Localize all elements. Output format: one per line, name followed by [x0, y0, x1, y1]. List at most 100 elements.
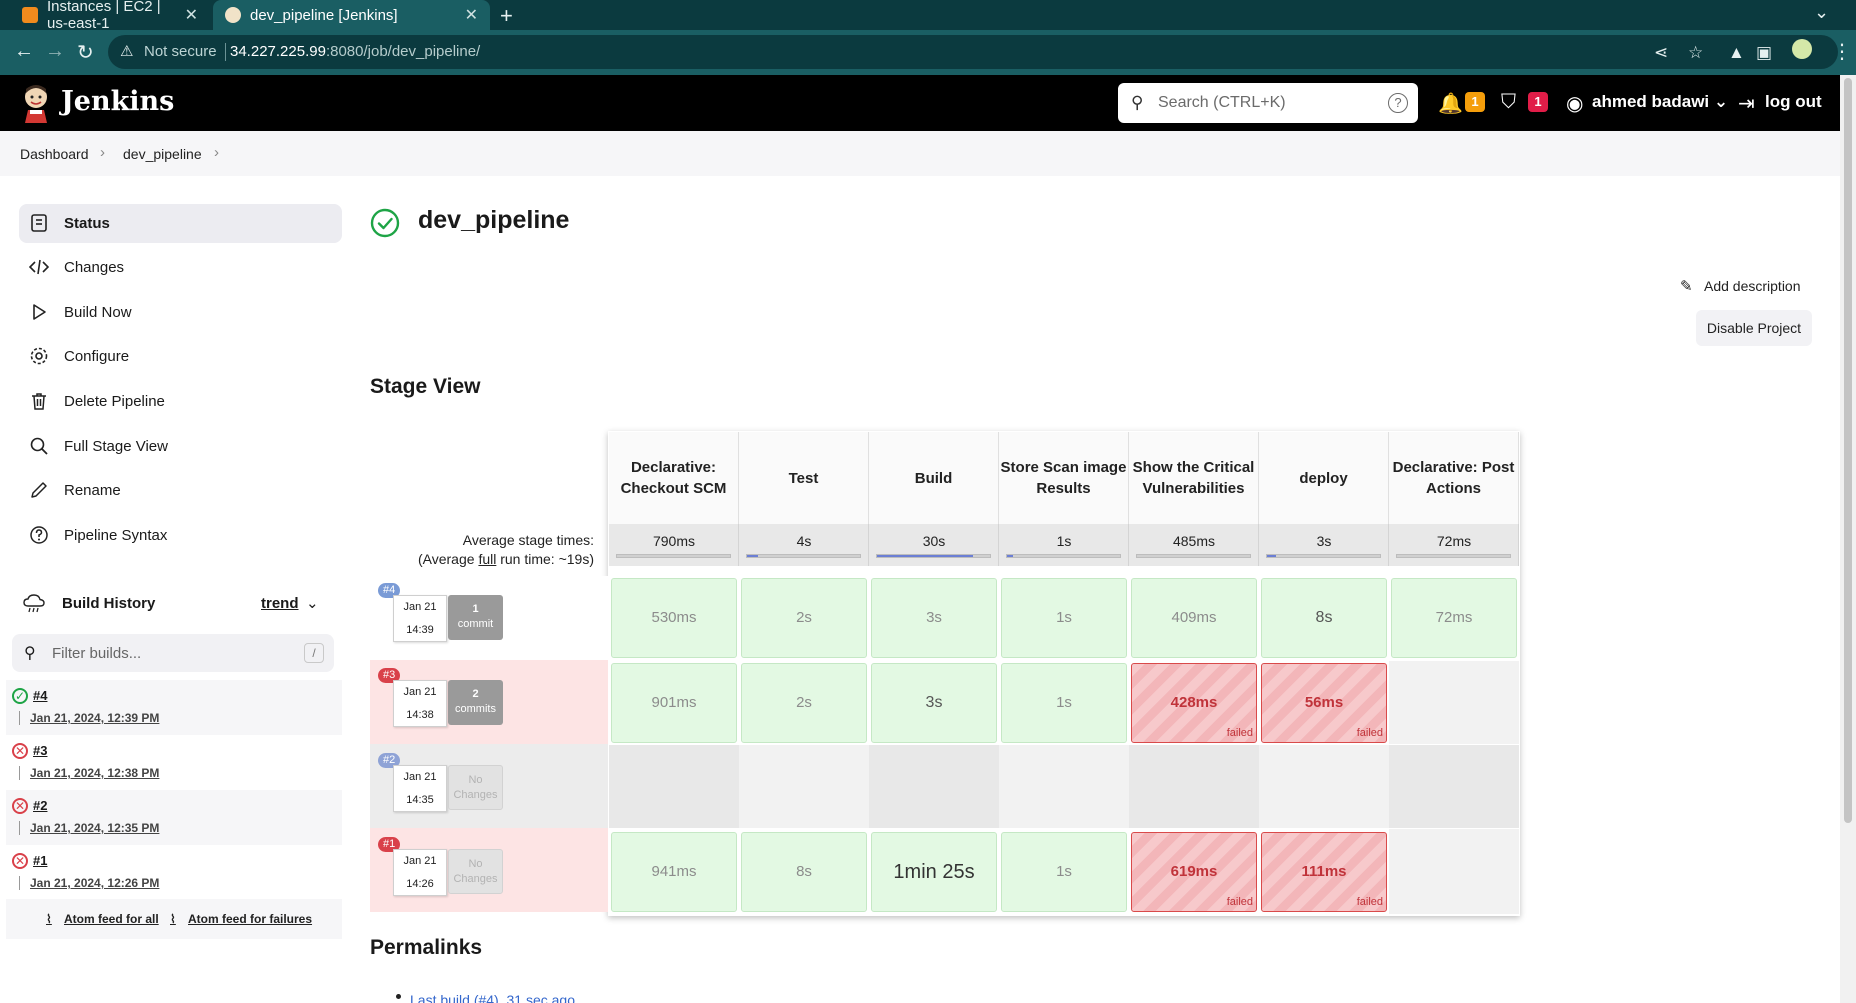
sidebar-item-pipeline-syntax[interactable]: Pipeline Syntax — [19, 516, 342, 555]
build-date-link[interactable]: Jan 21, 2024, 12:38 PM — [30, 766, 159, 780]
logout-link[interactable]: log out — [1765, 92, 1822, 112]
full-run-time-link[interactable]: full — [478, 551, 496, 567]
build-history-row[interactable]: ✕ #2 Jan 21, 2024, 12:35 PM — [6, 790, 342, 845]
warning-icon[interactable]: ⚠ — [120, 42, 133, 60]
run-changes-button[interactable]: 1 commit — [448, 595, 503, 640]
search-help-icon[interactable]: ? — [1388, 93, 1408, 113]
disable-project-button[interactable]: Disable Project — [1696, 310, 1812, 346]
extensions-icon[interactable]: ▲ — [1728, 43, 1745, 63]
search-input[interactable]: ⚲ Search (CTRL+K) ? — [1118, 83, 1418, 123]
failed-label: failed — [1356, 727, 1383, 739]
browser-menu-icon[interactable]: ⋮ — [1832, 39, 1852, 64]
build-history-row[interactable]: ✕ #3 Jan 21, 2024, 12:38 PM — [6, 735, 342, 790]
breadcrumb-chevron-icon[interactable]: › — [214, 144, 219, 161]
build-number-link[interactable]: #2 — [33, 798, 47, 813]
sidebar-item-changes[interactable]: Changes — [19, 248, 342, 287]
stage-cell[interactable]: 8s — [741, 832, 867, 912]
scrollbar-thumb[interactable] — [1844, 78, 1852, 823]
build-history-row[interactable]: ✕ #1 Jan 21, 2024, 12:26 PM — [6, 845, 342, 900]
sidebar-item-rename[interactable]: Rename — [19, 471, 342, 510]
build-number-link[interactable]: #1 — [33, 853, 47, 868]
new-tab-button[interactable]: + — [500, 3, 513, 29]
tab-close-icon[interactable]: ✕ — [465, 5, 478, 25]
tab-search-chevron-icon[interactable]: ⌄ — [1814, 2, 1829, 23]
stage-cell[interactable]: 1s — [1001, 663, 1127, 743]
sidebar-item-build-now[interactable]: Build Now — [19, 293, 342, 332]
stage-cell[interactable]: 901ms — [611, 663, 737, 743]
security-badge[interactable]: 1 — [1528, 92, 1548, 112]
stage-cell[interactable]: 941ms — [611, 832, 737, 912]
stage-cell[interactable]: 409ms — [1131, 578, 1257, 658]
stage-cell-failed[interactable]: 619ms failed — [1131, 832, 1257, 912]
chevron-down-icon[interactable]: ⌄ — [306, 594, 319, 612]
stage-cell[interactable]: 530ms — [611, 578, 737, 658]
user-icon[interactable]: ◉ — [1566, 91, 1583, 116]
browser-tab-jenkins[interactable]: dev_pipeline [Jenkins] ✕ — [213, 0, 490, 30]
jenkins-logo-icon[interactable] — [20, 83, 52, 123]
notifications-bell-icon[interactable]: 🔔 — [1438, 91, 1463, 116]
permalink-last-build[interactable]: Last build (#4), 31 sec ago — [410, 992, 575, 1003]
notifications-badge[interactable]: 1 — [1465, 92, 1485, 112]
stage-cell-failed[interactable]: 428ms failed — [1131, 663, 1257, 743]
logout-icon[interactable]: ⇥ — [1738, 91, 1755, 116]
sidebar-item-configure[interactable]: Configure — [19, 337, 342, 376]
breadcrumb-dashboard[interactable]: Dashboard — [20, 146, 89, 162]
rss-icon: ⌇ — [46, 912, 52, 926]
security-shield-icon[interactable]: ⛉ — [1501, 91, 1516, 114]
build-number-link[interactable]: #3 — [33, 743, 47, 758]
user-menu[interactable]: ahmed badawi ⌄ — [1592, 92, 1728, 112]
stage-duration: 941ms — [651, 863, 697, 880]
atom-feed-failures-link[interactable]: Atom feed for failures — [188, 912, 312, 926]
run-changes-button[interactable]: 2 commits — [448, 680, 503, 725]
stage-cell[interactable]: 3s — [871, 663, 997, 743]
stage-average-bar — [616, 554, 731, 558]
profile-avatar[interactable] — [1792, 39, 1812, 59]
add-description-link[interactable]: Add description — [1704, 278, 1801, 294]
side-panel-icon[interactable]: ▣ — [1756, 43, 1772, 63]
build-divider — [19, 876, 20, 890]
address-bar[interactable]: ⚠ Not secure 34.227.225.99:8080/job/dev_… — [108, 35, 1838, 69]
build-number-link[interactable]: #4 — [33, 688, 47, 703]
run-date-box[interactable]: Jan 21 14:38 — [393, 680, 447, 727]
reload-icon[interactable]: ↻ — [77, 40, 94, 65]
stage-cell[interactable]: 1s — [1001, 832, 1127, 912]
forward-arrow-icon[interactable]: → — [45, 40, 65, 63]
stage-cell[interactable]: 3s — [871, 578, 997, 658]
filter-builds-input[interactable]: ⚲ Filter builds... / — [12, 634, 334, 672]
share-icon[interactable]: ⋖ — [1654, 43, 1668, 63]
build-date-link[interactable]: Jan 21, 2024, 12:39 PM — [30, 711, 159, 725]
tab-close-icon[interactable]: ✕ — [185, 5, 198, 25]
bookmark-star-icon[interactable]: ☆ — [1688, 43, 1703, 63]
stage-cell[interactable]: 1min 25s — [871, 832, 997, 912]
run-changes-button[interactable]: No Changes — [448, 765, 503, 810]
trend-link[interactable]: trend — [261, 595, 299, 612]
stage-cell-failed[interactable]: 56ms failed — [1261, 663, 1387, 743]
stage-header-store-scan: Store Scan image Results — [999, 432, 1129, 524]
run-date-box[interactable]: Jan 21 14:35 — [393, 765, 447, 812]
stage-cell[interactable]: 2s — [741, 663, 867, 743]
back-arrow-icon[interactable]: ← — [14, 40, 34, 63]
sidebar-item-status[interactable]: Status — [19, 204, 342, 243]
run-changes-button[interactable]: No Changes — [448, 849, 503, 894]
run-date-box[interactable]: Jan 21 14:26 — [393, 849, 447, 896]
not-secure-label[interactable]: Not secure — [144, 43, 217, 60]
build-history-row[interactable]: ✓ #4 Jan 21, 2024, 12:39 PM — [6, 680, 342, 735]
browser-tab-ec2[interactable]: Instances | EC2 | us-east-1 ✕ — [10, 0, 210, 32]
stage-cell[interactable]: 72ms — [1391, 578, 1517, 658]
stage-average: 485ms — [1129, 524, 1259, 566]
breadcrumb-dev-pipeline[interactable]: dev_pipeline — [123, 146, 202, 162]
sidebar-item-full-stage-view[interactable]: Full Stage View — [19, 427, 342, 466]
jenkins-brand[interactable]: Jenkins — [61, 86, 174, 117]
breadcrumb-chevron-icon[interactable]: › — [100, 144, 105, 161]
stage-cell-failed[interactable]: 111ms failed — [1261, 832, 1387, 912]
build-date-link[interactable]: Jan 21, 2024, 12:26 PM — [30, 876, 159, 890]
stage-cell[interactable]: 2s — [741, 578, 867, 658]
run-date-box[interactable]: Jan 21 14:39 — [393, 595, 447, 642]
sidebar-item-delete-pipeline[interactable]: Delete Pipeline — [19, 382, 342, 421]
stage-cell[interactable]: 8s — [1261, 578, 1387, 658]
url-text[interactable]: 34.227.225.99:8080/job/dev_pipeline/ — [230, 43, 480, 60]
stage-cell[interactable]: 1s — [1001, 578, 1127, 658]
pencil-icon[interactable]: ✎ — [1680, 277, 1693, 295]
atom-feed-all-link[interactable]: Atom feed for all — [64, 912, 159, 926]
build-date-link[interactable]: Jan 21, 2024, 12:35 PM — [30, 821, 159, 835]
